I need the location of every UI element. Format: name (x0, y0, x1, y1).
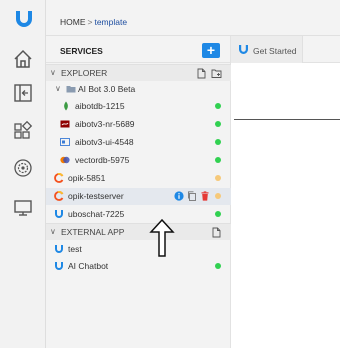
service-label: opik-5851 (68, 173, 106, 183)
service-label: aibotdb-1215 (75, 101, 125, 111)
panel-collapse-icon[interactable] (12, 82, 34, 104)
service-item[interactable]: uboschat-7225 (46, 206, 231, 223)
copy-icon[interactable] (187, 191, 197, 201)
status-running-dot (215, 121, 221, 127)
home-icon[interactable] (12, 48, 34, 70)
ubos-icon (55, 262, 63, 270)
status-running-dot (215, 157, 221, 163)
breadcrumb-separator: > (87, 17, 93, 27)
services-panel: SERVICES + ∨ EXPLORER ∨ AI Bot 3.0 Beta … (46, 36, 231, 348)
breadcrumb-home[interactable]: HOME (60, 17, 86, 27)
service-label: uboschat-7225 (68, 209, 125, 219)
ubos-icon (55, 210, 63, 218)
service-item[interactable]: aibotdb-1215 (46, 98, 231, 115)
service-label: vectordb-5975 (75, 155, 130, 165)
tab-get-started[interactable]: Get Started (231, 36, 303, 63)
status-pending-dot (215, 175, 221, 181)
explorer-section-header[interactable]: ∨ EXPLORER (46, 64, 231, 81)
tab-strip: Get Started (231, 36, 340, 63)
status-running-dot (215, 139, 221, 145)
folder-icon (66, 86, 76, 93)
external-app-item[interactable]: AI Chatbot (46, 258, 231, 275)
service-label: aibotv3-nr-5689 (75, 119, 135, 129)
monitor-icon[interactable] (12, 197, 34, 219)
top-bar: HOME > template (46, 0, 340, 36)
breadcrumb: HOME > template (60, 17, 127, 27)
divider (234, 119, 340, 120)
opik-icon (54, 191, 64, 201)
service-item-selected[interactable]: opik-testserver (46, 188, 231, 205)
mouse-cursor-icon (149, 218, 175, 257)
external-app-label: AI Chatbot (68, 261, 109, 271)
service-label: aibotv3-ui-4548 (75, 137, 134, 147)
vector-db-icon (60, 156, 70, 164)
editor-area: Get Started (231, 36, 340, 348)
external-app-item[interactable]: test (46, 241, 231, 258)
service-label: opik-testserver (68, 191, 124, 201)
explorer-label: EXPLORER (61, 68, 108, 78)
mongodb-leaf-icon (64, 101, 68, 111)
external-app-label: test (68, 244, 82, 254)
breadcrumb-current[interactable]: template (94, 17, 127, 27)
new-file-icon[interactable] (196, 68, 207, 79)
group-label: AI Bot 3.0 Beta (78, 84, 136, 94)
status-pending-dot (215, 193, 221, 199)
ubos-logo-icon[interactable] (13, 8, 35, 30)
info-icon[interactable] (174, 191, 184, 201)
ubos-icon (55, 245, 63, 253)
service-item[interactable]: vectordb-5975 (46, 152, 231, 169)
opik-icon (54, 173, 64, 183)
services-header: SERVICES + (46, 36, 231, 63)
chevron-down-icon: ∨ (50, 227, 56, 236)
add-service-button[interactable]: + (202, 43, 220, 58)
ubos-logo-icon (239, 45, 248, 54)
external-app-label: EXTERNAL APP (61, 227, 125, 237)
tab-label: Get Started (253, 46, 297, 56)
new-file-icon[interactable] (211, 227, 222, 238)
status-running-dot (215, 263, 221, 269)
external-app-section-header[interactable]: ∨ EXTERNAL APP (46, 223, 231, 240)
extensions-icon[interactable] (12, 120, 34, 142)
service-item[interactable]: aibotv3-ui-4548 (46, 134, 231, 151)
activity-bar (0, 0, 46, 348)
services-title: SERVICES (60, 46, 103, 56)
new-folder-icon[interactable] (211, 68, 222, 79)
chevron-down-icon: ∨ (50, 68, 56, 77)
status-running-dot (215, 211, 221, 217)
web-ui-icon (60, 138, 70, 146)
chevron-down-icon: ∨ (55, 84, 61, 93)
settings-gear-icon[interactable] (12, 157, 34, 179)
group-ai-bot[interactable]: ∨ AI Bot 3.0 Beta (46, 81, 231, 98)
service-item[interactable]: aibotv3-nr-5689 (46, 116, 231, 133)
node-red-icon (60, 120, 70, 128)
delete-icon[interactable] (200, 191, 210, 201)
service-item[interactable]: opik-5851 (46, 170, 231, 187)
status-running-dot (215, 103, 221, 109)
